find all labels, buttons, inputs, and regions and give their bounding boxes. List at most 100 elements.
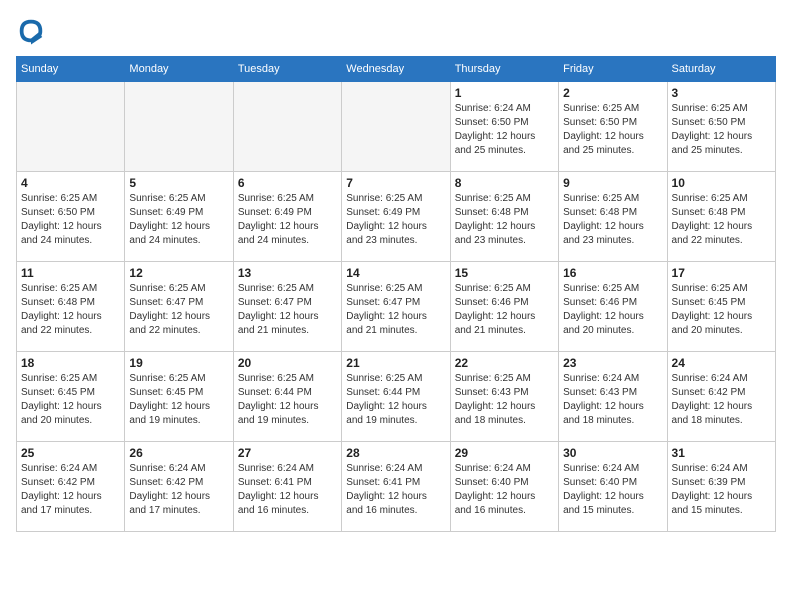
calendar-cell: 26 Sunrise: 6:24 AM Sunset: 6:42 PM Dayli… (125, 442, 233, 532)
calendar-cell: 5 Sunrise: 6:25 AM Sunset: 6:49 PM Daylig… (125, 172, 233, 262)
calendar-cell: 11 Sunrise: 6:25 AM Sunset: 6:48 PM Dayli… (17, 262, 125, 352)
logo (16, 16, 50, 46)
day-number: 28 (346, 446, 445, 460)
calendar-cell: 14 Sunrise: 6:25 AM Sunset: 6:47 PM Dayli… (342, 262, 450, 352)
calendar-cell: 19Sunrise: 6:25 AM Sunset: 6:45 PM Dayli… (125, 352, 233, 442)
calendar-cell (233, 82, 341, 172)
header-day-sunday: Sunday (17, 57, 125, 82)
day-number: 10 (672, 176, 771, 190)
week-row-2: 4Sunrise: 6:25 AM Sunset: 6:50 PM Daylig… (17, 172, 776, 262)
calendar-cell: 23 Sunrise: 6:24 AM Sunset: 6:43 PM Dayli… (559, 352, 667, 442)
day-number: 7 (346, 176, 445, 190)
day-number: 31 (672, 446, 771, 460)
day-number: 22 (455, 356, 554, 370)
day-number: 21 (346, 356, 445, 370)
day-info: Sunrise: 6:24 AM Sunset: 6:40 PM Dayligh… (455, 462, 554, 518)
day-number: 2 (563, 86, 662, 100)
day-info: Sunrise: 6:25 AM Sunset: 6:49 PM Dayligh… (346, 192, 445, 248)
calendar-cell: 13Sunrise: 6:25 AM Sunset: 6:47 PM Dayli… (233, 262, 341, 352)
day-info: Sunrise: 6:24 AM Sunset: 6:41 PM Dayligh… (346, 462, 445, 518)
day-info: Sunrise: 6:25 AM Sunset: 6:47 PM Dayligh… (129, 282, 228, 338)
header-day-tuesday: Tuesday (233, 57, 341, 82)
day-info: Sunrise: 6:24 AM Sunset: 6:42 PM Dayligh… (21, 462, 120, 518)
calendar-cell (125, 82, 233, 172)
calendar-header-row: SundayMondayTuesdayWednesdayThursdayFrid… (17, 57, 776, 82)
day-number: 23 (563, 356, 662, 370)
day-number: 12 (129, 266, 228, 280)
day-info: Sunrise: 6:24 AM Sunset: 6:39 PM Dayligh… (672, 462, 771, 518)
calendar-cell: 9 Sunrise: 6:25 AM Sunset: 6:48 PM Daylig… (559, 172, 667, 262)
day-number: 20 (238, 356, 337, 370)
week-row-5: 25 Sunrise: 6:24 AM Sunset: 6:42 PM Dayli… (17, 442, 776, 532)
calendar-cell: 25 Sunrise: 6:24 AM Sunset: 6:42 PM Dayli… (17, 442, 125, 532)
calendar-cell: 21 Sunrise: 6:25 AM Sunset: 6:44 PM Dayli… (342, 352, 450, 442)
day-info: Sunrise: 6:24 AM Sunset: 6:43 PM Dayligh… (563, 372, 662, 428)
header-day-monday: Monday (125, 57, 233, 82)
day-info: Sunrise: 6:25 AM Sunset: 6:46 PM Dayligh… (563, 282, 662, 338)
day-number: 11 (21, 266, 120, 280)
day-number: 24 (672, 356, 771, 370)
day-info: Sunrise: 6:25 AM Sunset: 6:44 PM Dayligh… (346, 372, 445, 428)
calendar-cell: 8Sunrise: 6:25 AM Sunset: 6:48 PM Daylig… (450, 172, 558, 262)
day-info: Sunrise: 6:25 AM Sunset: 6:47 PM Dayligh… (346, 282, 445, 338)
day-info: Sunrise: 6:25 AM Sunset: 6:48 PM Dayligh… (21, 282, 120, 338)
day-number: 29 (455, 446, 554, 460)
day-number: 3 (672, 86, 771, 100)
day-info: Sunrise: 6:25 AM Sunset: 6:50 PM Dayligh… (563, 102, 662, 158)
day-info: Sunrise: 6:24 AM Sunset: 6:50 PM Dayligh… (455, 102, 554, 158)
day-info: Sunrise: 6:25 AM Sunset: 6:45 PM Dayligh… (21, 372, 120, 428)
calendar-table: SundayMondayTuesdayWednesdayThursdayFrid… (16, 56, 776, 532)
day-info: Sunrise: 6:24 AM Sunset: 6:40 PM Dayligh… (563, 462, 662, 518)
day-info: Sunrise: 6:25 AM Sunset: 6:49 PM Dayligh… (129, 192, 228, 248)
day-info: Sunrise: 6:25 AM Sunset: 6:50 PM Dayligh… (21, 192, 120, 248)
calendar-cell: 31 Sunrise: 6:24 AM Sunset: 6:39 PM Dayli… (667, 442, 775, 532)
header-day-friday: Friday (559, 57, 667, 82)
day-info: Sunrise: 6:25 AM Sunset: 6:49 PM Dayligh… (238, 192, 337, 248)
day-number: 6 (238, 176, 337, 190)
day-number: 30 (563, 446, 662, 460)
calendar-cell: 4Sunrise: 6:25 AM Sunset: 6:50 PM Daylig… (17, 172, 125, 262)
calendar-cell: 6 Sunrise: 6:25 AM Sunset: 6:49 PM Daylig… (233, 172, 341, 262)
day-number: 5 (129, 176, 228, 190)
week-row-4: 18 Sunrise: 6:25 AM Sunset: 6:45 PM Dayli… (17, 352, 776, 442)
day-info: Sunrise: 6:25 AM Sunset: 6:46 PM Dayligh… (455, 282, 554, 338)
calendar-cell: 2 Sunrise: 6:25 AM Sunset: 6:50 PM Daylig… (559, 82, 667, 172)
day-number: 17 (672, 266, 771, 280)
week-row-3: 11 Sunrise: 6:25 AM Sunset: 6:48 PM Dayli… (17, 262, 776, 352)
calendar-cell (17, 82, 125, 172)
calendar-cell: 16 Sunrise: 6:25 AM Sunset: 6:46 PM Dayli… (559, 262, 667, 352)
header-day-wednesday: Wednesday (342, 57, 450, 82)
day-number: 9 (563, 176, 662, 190)
day-number: 26 (129, 446, 228, 460)
header-day-saturday: Saturday (667, 57, 775, 82)
day-number: 16 (563, 266, 662, 280)
day-number: 25 (21, 446, 120, 460)
day-info: Sunrise: 6:25 AM Sunset: 6:48 PM Dayligh… (672, 192, 771, 248)
calendar-cell: 28 Sunrise: 6:24 AM Sunset: 6:41 PM Dayli… (342, 442, 450, 532)
day-info: Sunrise: 6:24 AM Sunset: 6:42 PM Dayligh… (672, 372, 771, 428)
week-row-1: 1 Sunrise: 6:24 AM Sunset: 6:50 PM Daylig… (17, 82, 776, 172)
calendar-cell: 10 Sunrise: 6:25 AM Sunset: 6:48 PM Dayli… (667, 172, 775, 262)
day-info: Sunrise: 6:25 AM Sunset: 6:47 PM Dayligh… (238, 282, 337, 338)
day-number: 19 (129, 356, 228, 370)
day-info: Sunrise: 6:25 AM Sunset: 6:44 PM Dayligh… (238, 372, 337, 428)
day-number: 27 (238, 446, 337, 460)
calendar-cell: 29 Sunrise: 6:24 AM Sunset: 6:40 PM Dayli… (450, 442, 558, 532)
calendar-cell: 3 Sunrise: 6:25 AM Sunset: 6:50 PM Daylig… (667, 82, 775, 172)
day-number: 18 (21, 356, 120, 370)
calendar-cell: 20 Sunrise: 6:25 AM Sunset: 6:44 PM Dayli… (233, 352, 341, 442)
day-number: 8 (455, 176, 554, 190)
header-day-thursday: Thursday (450, 57, 558, 82)
day-info: Sunrise: 6:24 AM Sunset: 6:42 PM Dayligh… (129, 462, 228, 518)
day-number: 1 (455, 86, 554, 100)
day-info: Sunrise: 6:25 AM Sunset: 6:50 PM Dayligh… (672, 102, 771, 158)
calendar-cell (342, 82, 450, 172)
calendar-cell: 17Sunrise: 6:25 AM Sunset: 6:45 PM Dayli… (667, 262, 775, 352)
day-info: Sunrise: 6:25 AM Sunset: 6:48 PM Dayligh… (563, 192, 662, 248)
calendar-cell: 27Sunrise: 6:24 AM Sunset: 6:41 PM Dayli… (233, 442, 341, 532)
day-info: Sunrise: 6:25 AM Sunset: 6:43 PM Dayligh… (455, 372, 554, 428)
day-number: 14 (346, 266, 445, 280)
calendar-cell: 12 Sunrise: 6:25 AM Sunset: 6:47 PM Dayli… (125, 262, 233, 352)
calendar-cell: 18 Sunrise: 6:25 AM Sunset: 6:45 PM Dayli… (17, 352, 125, 442)
calendar-cell: 15Sunrise: 6:25 AM Sunset: 6:46 PM Dayli… (450, 262, 558, 352)
